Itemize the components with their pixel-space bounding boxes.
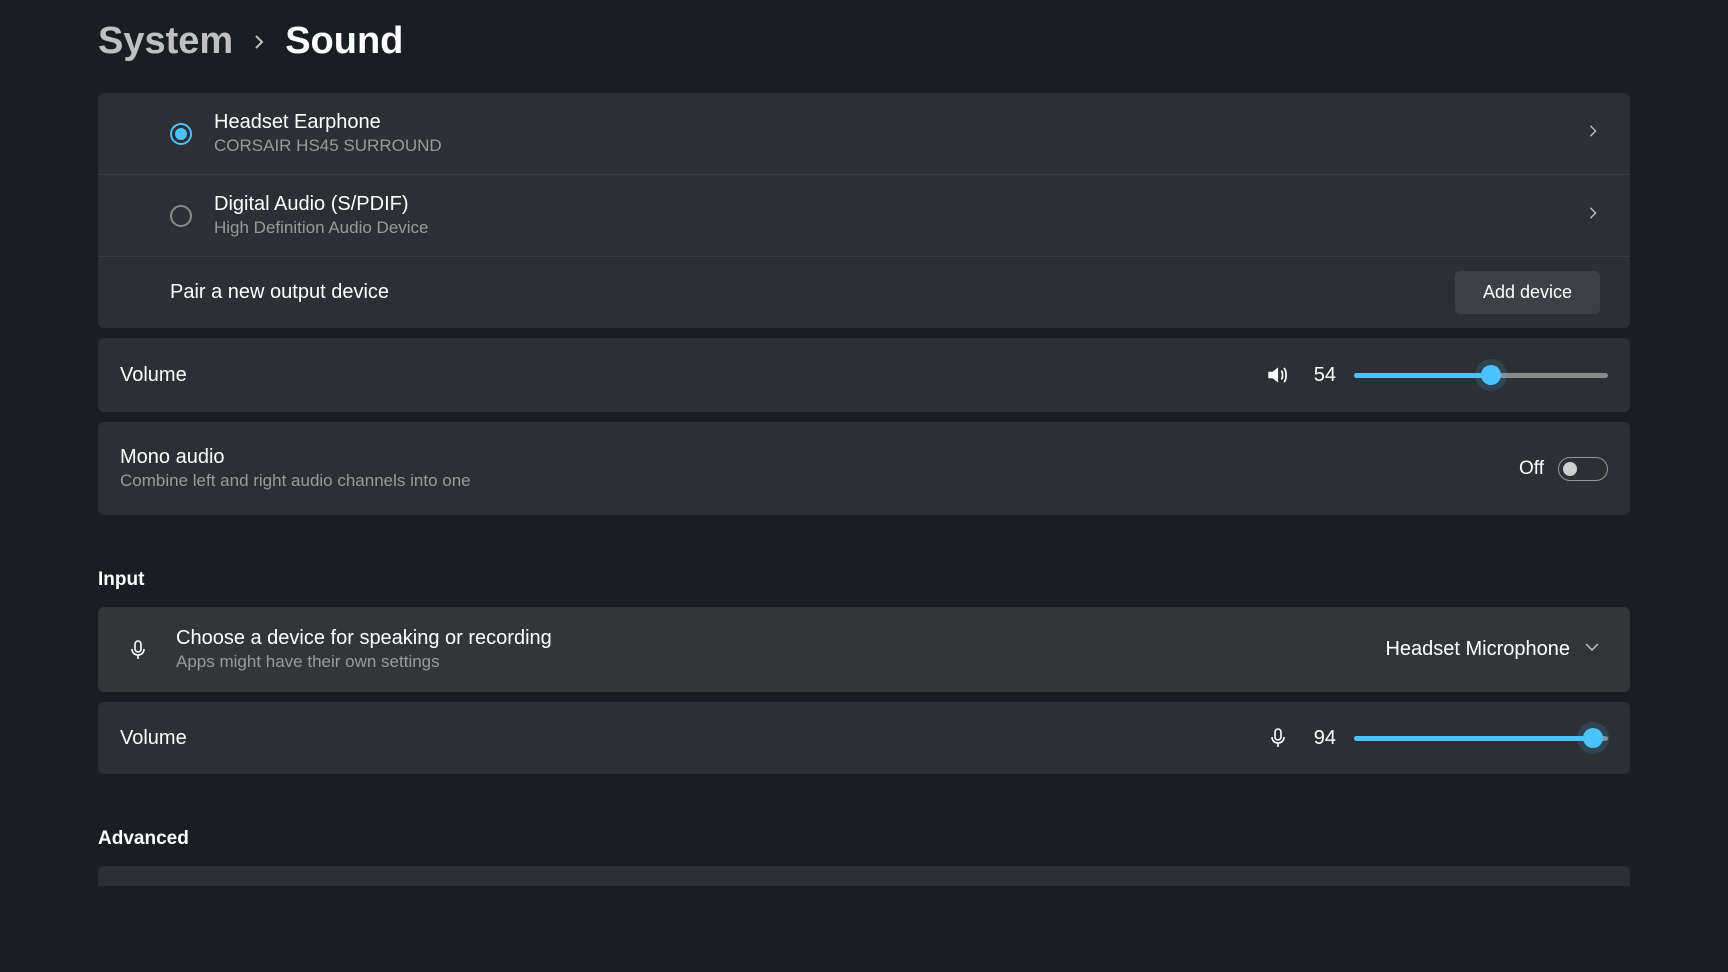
input-title: Choose a device for speaking or recordin… [176,627,1385,650]
radio-unselected-icon[interactable] [170,205,192,227]
output-volume-slider[interactable] [1354,373,1608,378]
device-subtitle: CORSAIR HS45 SURROUND [214,136,1586,156]
mono-label: Mono audio [120,446,471,469]
output-device-spdif[interactable]: Digital Audio (S/PDIF) High Definition A… [98,175,1630,257]
speaker-icon[interactable] [1264,362,1290,388]
breadcrumb-current: Sound [285,20,403,63]
pair-device-row: Pair a new output device Add device [98,257,1630,328]
volume-label: Volume [120,364,187,387]
mono-sub: Combine left and right audio channels in… [120,471,471,491]
input-sub: Apps might have their own settings [176,652,1385,672]
device-subtitle: High Definition Audio Device [214,218,1586,238]
pair-label: Pair a new output device [170,281,389,304]
output-device-headset[interactable]: Headset Earphone CORSAIR HS45 SURROUND [98,93,1630,175]
chevron-right-icon[interactable] [1586,206,1600,225]
output-devices-card: Headset Earphone CORSAIR HS45 SURROUND D… [98,93,1630,328]
volume-value: 94 [1308,727,1336,750]
input-selected-device: Headset Microphone [1385,638,1570,661]
input-volume-row: Volume 94 [98,702,1630,774]
input-section-header: Input [98,569,1630,591]
chevron-down-icon[interactable] [1584,639,1600,660]
input-volume-slider[interactable] [1354,736,1608,741]
advanced-section-header: Advanced [98,828,1630,850]
chevron-right-icon [251,34,267,50]
volume-label: Volume [120,727,187,750]
chevron-right-icon[interactable] [1586,124,1600,143]
microphone-icon [118,638,158,662]
output-volume-row: Volume 54 [98,338,1630,412]
breadcrumb-parent[interactable]: System [98,20,233,63]
radio-selected-icon[interactable] [170,123,192,145]
mono-toggle[interactable] [1558,457,1608,481]
add-device-button[interactable]: Add device [1455,271,1600,314]
breadcrumb: System Sound [98,20,1630,63]
volume-value: 54 [1308,364,1336,387]
device-title: Digital Audio (S/PDIF) [214,193,1586,216]
mono-audio-row: Mono audio Combine left and right audio … [98,422,1630,515]
input-device-selector[interactable]: Choose a device for speaking or recordin… [98,607,1630,692]
microphone-icon[interactable] [1266,726,1290,750]
device-title: Headset Earphone [214,111,1586,134]
mono-state: Off [1519,458,1544,480]
advanced-card [98,866,1630,886]
